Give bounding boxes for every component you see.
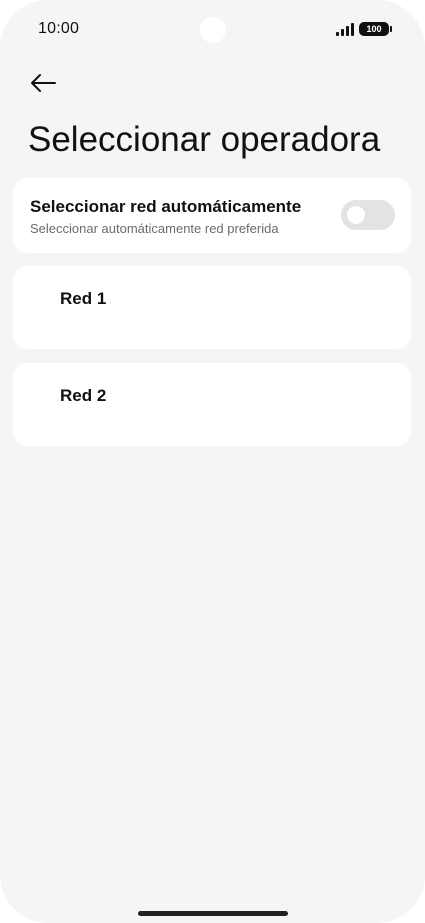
network-label: Red 1 (60, 289, 107, 308)
back-button[interactable] (28, 68, 58, 98)
auto-select-toggle[interactable] (341, 200, 395, 230)
network-item-red-1[interactable]: Red 1 (13, 266, 411, 349)
toggle-knob (347, 206, 365, 224)
auto-select-subtitle: Seleccionar automáticamente red preferid… (30, 221, 279, 236)
page-title: Seleccionar operadora (28, 120, 381, 159)
phone-screen: 10:00 100 Seleccionar operadora Seleccio… (0, 0, 425, 923)
home-indicator[interactable] (138, 911, 288, 916)
auto-select-network-row[interactable]: Seleccionar red automáticamente Seleccio… (13, 178, 411, 253)
cellular-signal-icon (336, 22, 354, 36)
battery-icon: 100 (359, 22, 392, 36)
front-camera-cutout (200, 17, 226, 43)
arrow-left-icon (31, 74, 56, 92)
network-label: Red 2 (60, 386, 107, 405)
auto-select-title: Seleccionar red automáticamente (30, 197, 302, 216)
status-indicators: 100 (336, 22, 392, 36)
status-bar: 10:00 100 (0, 0, 425, 60)
network-item-red-2[interactable]: Red 2 (13, 363, 411, 446)
status-time: 10:00 (38, 20, 80, 37)
